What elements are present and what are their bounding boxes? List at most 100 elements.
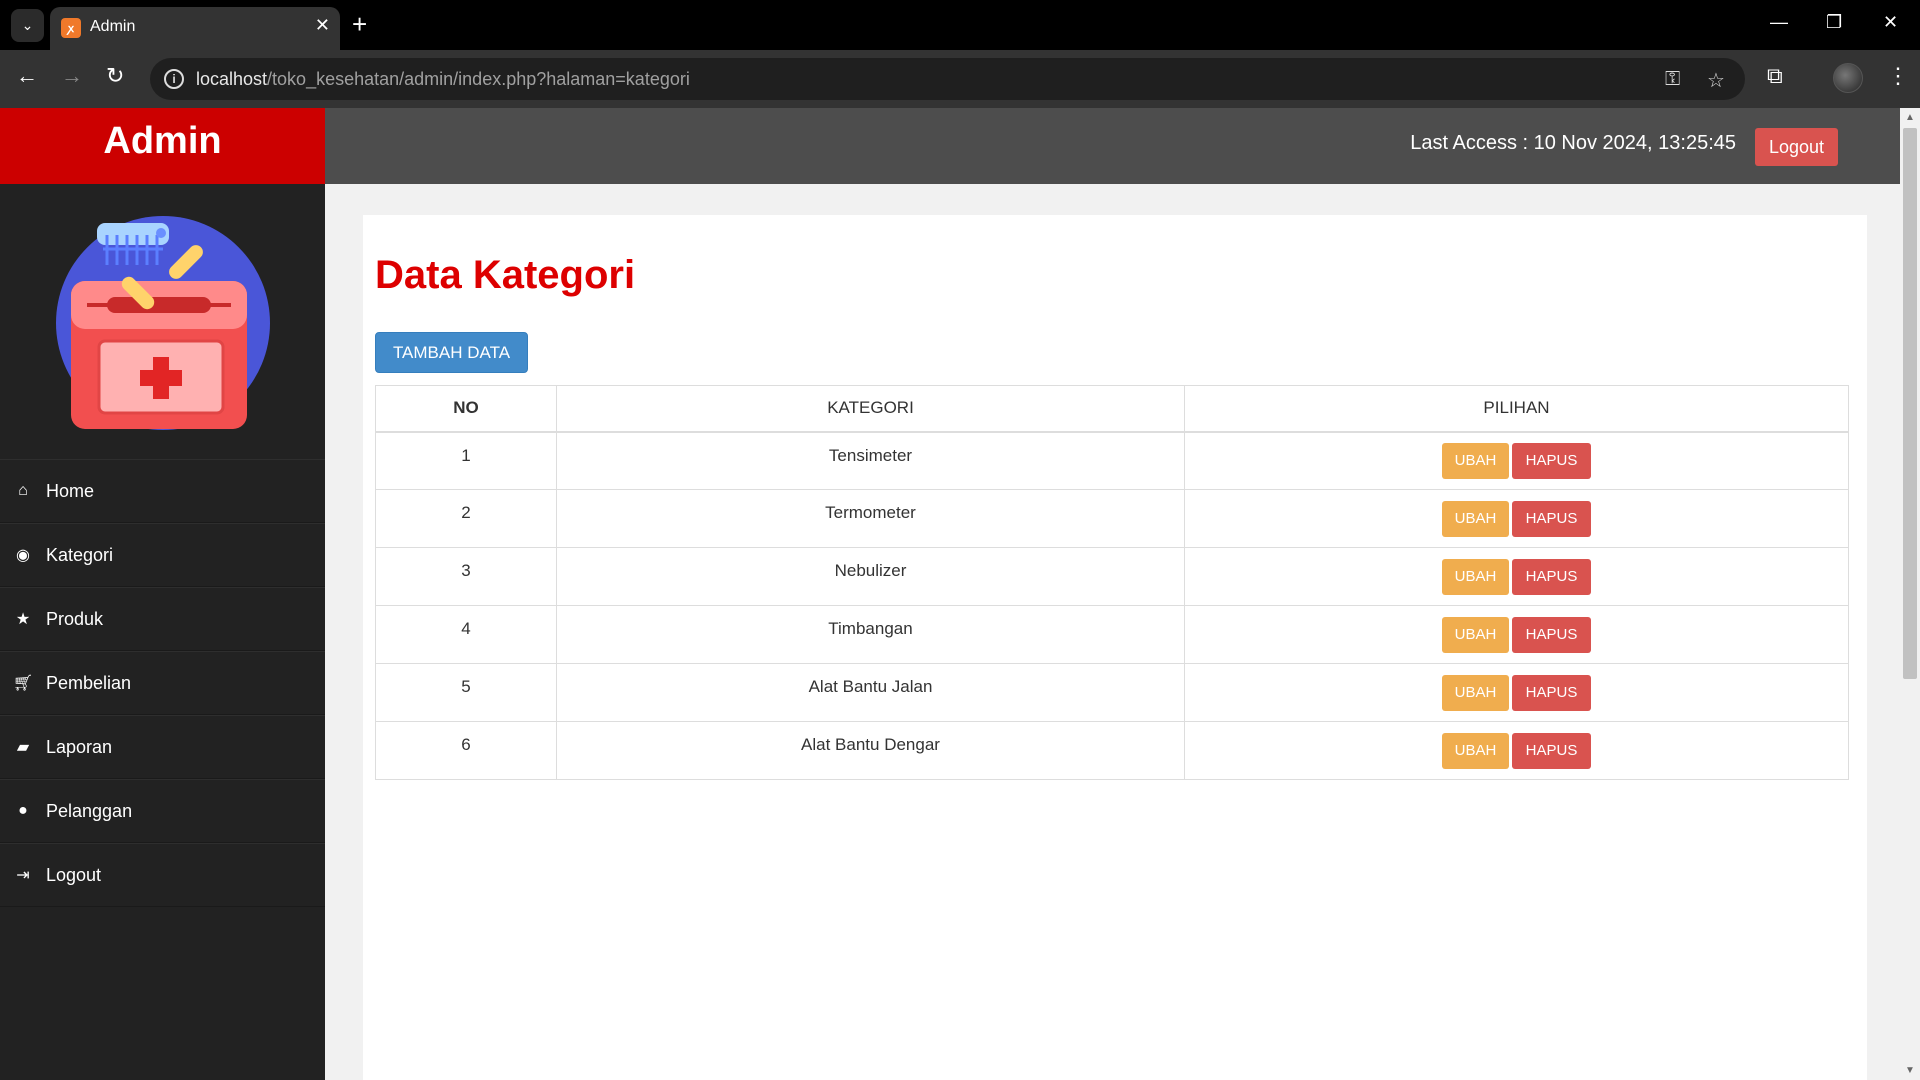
url-text[interactable]: localhost/toko_kesehatan/admin/index.php…: [196, 69, 690, 90]
book-icon: ▰: [16, 739, 30, 756]
column-header-pilihan: PILIHAN: [1184, 385, 1849, 433]
column-header-no: NO: [375, 385, 557, 433]
sidebar-item-label: Pelanggan: [46, 800, 133, 821]
category-table: NO KATEGORI PILIHAN 1 Tensimeter UBAH HAP…: [375, 385, 1849, 780]
logout-button[interactable]: Logout: [1755, 128, 1838, 166]
row-kategori: Alat Bantu Dengar: [556, 721, 1185, 780]
last-access-text: Last Access : 10 Nov 2024, 13:25:45: [1410, 132, 1736, 154]
row-actions: UBAH HAPUS: [1184, 605, 1849, 664]
sidebar-item-laporan[interactable]: ▰ Laporan: [0, 715, 325, 779]
delete-button[interactable]: HAPUS: [1512, 732, 1591, 769]
delete-button[interactable]: HAPUS: [1512, 616, 1591, 653]
profile-avatar[interactable]: [1833, 63, 1863, 93]
address-bar[interactable]: i localhost/toko_kesehatan/admin/index.p…: [150, 58, 1745, 100]
xampp-icon: ꭗ: [61, 18, 81, 38]
row-no: 5: [375, 663, 557, 722]
edit-button[interactable]: UBAH: [1442, 616, 1509, 653]
sidebar-item-label: Kategori: [46, 544, 114, 565]
sidebar-item-label: Laporan: [46, 736, 113, 757]
top-navbar: Last Access : 10 Nov 2024, 13:25:45 Logo…: [325, 108, 1900, 184]
reload-icon[interactable]: ↻: [106, 64, 124, 88]
first-aid-kit-logo: [53, 213, 273, 433]
browser-tab[interactable]: ꭗ Admin ✕: [50, 7, 340, 50]
row-kategori: Termometer: [556, 489, 1185, 548]
page-viewport: Admin ⌂ Home ◉ Kategori ★ Produk 🛒︎ Pemb…: [0, 108, 1920, 1080]
sidebar-item-label: Logout: [46, 864, 102, 885]
delete-button[interactable]: HAPUS: [1512, 442, 1591, 479]
sidebar-item-home[interactable]: ⌂ Home: [0, 459, 325, 523]
edit-button[interactable]: UBAH: [1442, 500, 1509, 537]
delete-button[interactable]: HAPUS: [1512, 674, 1591, 711]
row-actions: UBAH HAPUS: [1184, 663, 1849, 722]
column-header-kategori: KATEGORI: [556, 385, 1185, 433]
table-row: 1 Tensimeter UBAH HAPUS: [375, 431, 1849, 490]
url-host: localhost: [196, 69, 268, 89]
sign-out-icon: ⇥: [16, 867, 30, 884]
scroll-down-icon[interactable]: ▼: [1905, 1065, 1915, 1076]
menu-dots-icon[interactable]: ⋮: [1887, 63, 1909, 89]
star-icon: ★: [15, 611, 31, 628]
page-scrollbar[interactable]: ▲ ▼: [1900, 108, 1920, 1080]
row-no: 2: [375, 489, 557, 548]
scroll-up-icon[interactable]: ▲: [1905, 112, 1915, 123]
extensions-icon[interactable]: ⧉: [1767, 63, 1783, 89]
sidebar-item-label: Home: [46, 480, 95, 501]
tab-close-icon[interactable]: ✕: [315, 15, 330, 36]
sidebar-item-kategori[interactable]: ◉ Kategori: [0, 523, 325, 587]
restore-icon[interactable]: ❐: [1826, 12, 1842, 33]
edit-button[interactable]: UBAH: [1442, 558, 1509, 595]
close-window-icon[interactable]: ✕: [1883, 12, 1898, 33]
forward-icon[interactable]: →: [61, 64, 83, 88]
new-tab-button[interactable]: +: [352, 9, 367, 39]
sidebar-item-pembelian[interactable]: 🛒︎ Pembelian: [0, 651, 325, 715]
delete-button[interactable]: HAPUS: [1512, 558, 1591, 595]
row-no: 1: [375, 431, 557, 490]
row-kategori: Nebulizer: [556, 547, 1185, 606]
edit-button[interactable]: UBAH: [1442, 442, 1509, 479]
cart-icon: 🛒︎: [12, 675, 34, 692]
sidebar-item-label: Produk: [46, 608, 104, 629]
edit-button[interactable]: UBAH: [1442, 732, 1509, 769]
sidebar-item-logout[interactable]: ⇥ Logout: [0, 843, 325, 907]
eye-icon: ◉: [16, 547, 30, 564]
minimize-icon[interactable]: —: [1770, 12, 1788, 33]
bookmark-star-icon[interactable]: ☆: [1707, 68, 1725, 93]
main-panel: Data Kategori TAMBAH DATA NO KATEGORI PI…: [363, 215, 1867, 1080]
add-data-button[interactable]: TAMBAH DATA: [375, 332, 528, 373]
table-row: 6 Alat Bantu Dengar UBAH HAPUS: [375, 721, 1849, 780]
row-actions: UBAH HAPUS: [1184, 489, 1849, 548]
table-row: 5 Alat Bantu Jalan UBAH HAPUS: [375, 663, 1849, 722]
sidebar-item-produk[interactable]: ★ Produk: [0, 587, 325, 651]
site-info-icon[interactable]: i: [164, 69, 184, 89]
password-key-icon[interactable]: ⚿: [1665, 68, 1680, 91]
user-icon: ●: [18, 802, 28, 819]
table-row: 4 Timbangan UBAH HAPUS: [375, 605, 1849, 664]
row-kategori: Alat Bantu Jalan: [556, 663, 1185, 722]
tab-title: Admin: [90, 18, 136, 35]
table-row: 3 Nebulizer UBAH HAPUS: [375, 547, 1849, 606]
row-kategori: Tensimeter: [556, 431, 1185, 490]
row-actions: UBAH HAPUS: [1184, 721, 1849, 780]
sidebar-menu: ⌂ Home ◉ Kategori ★ Produk 🛒︎ Pembelian …: [0, 459, 325, 907]
browser-toolbar: ← → ↻ i localhost/toko_kesehatan/admin/i…: [0, 50, 1920, 108]
url-path: /toko_kesehatan/admin/index.php?halaman=…: [267, 69, 690, 89]
back-icon[interactable]: ←: [16, 64, 38, 88]
row-actions: UBAH HAPUS: [1184, 547, 1849, 606]
scroll-thumb[interactable]: [1903, 128, 1917, 679]
home-icon: ⌂: [18, 482, 28, 499]
brand-title: Admin: [0, 108, 325, 184]
row-no: 3: [375, 547, 557, 606]
browser-tab-bar: ⌄ ꭗ Admin ✕ + — ❐ ✕: [0, 0, 1920, 50]
edit-button[interactable]: UBAH: [1442, 674, 1509, 711]
sidebar-item-label: Pembelian: [46, 672, 132, 693]
tab-search-button[interactable]: ⌄: [11, 9, 44, 42]
delete-button[interactable]: HAPUS: [1512, 500, 1591, 537]
sidebar-item-pelanggan[interactable]: ● Pelanggan: [0, 779, 325, 843]
row-no: 6: [375, 721, 557, 780]
row-actions: UBAH HAPUS: [1184, 431, 1849, 490]
sidebar: Admin ⌂ Home ◉ Kategori ★ Produk 🛒︎ Pemb…: [0, 108, 325, 1080]
row-kategori: Timbangan: [556, 605, 1185, 664]
table-header-row: NO KATEGORI PILIHAN: [375, 385, 1849, 433]
row-no: 4: [375, 605, 557, 664]
table-row: 2 Termometer UBAH HAPUS: [375, 489, 1849, 548]
